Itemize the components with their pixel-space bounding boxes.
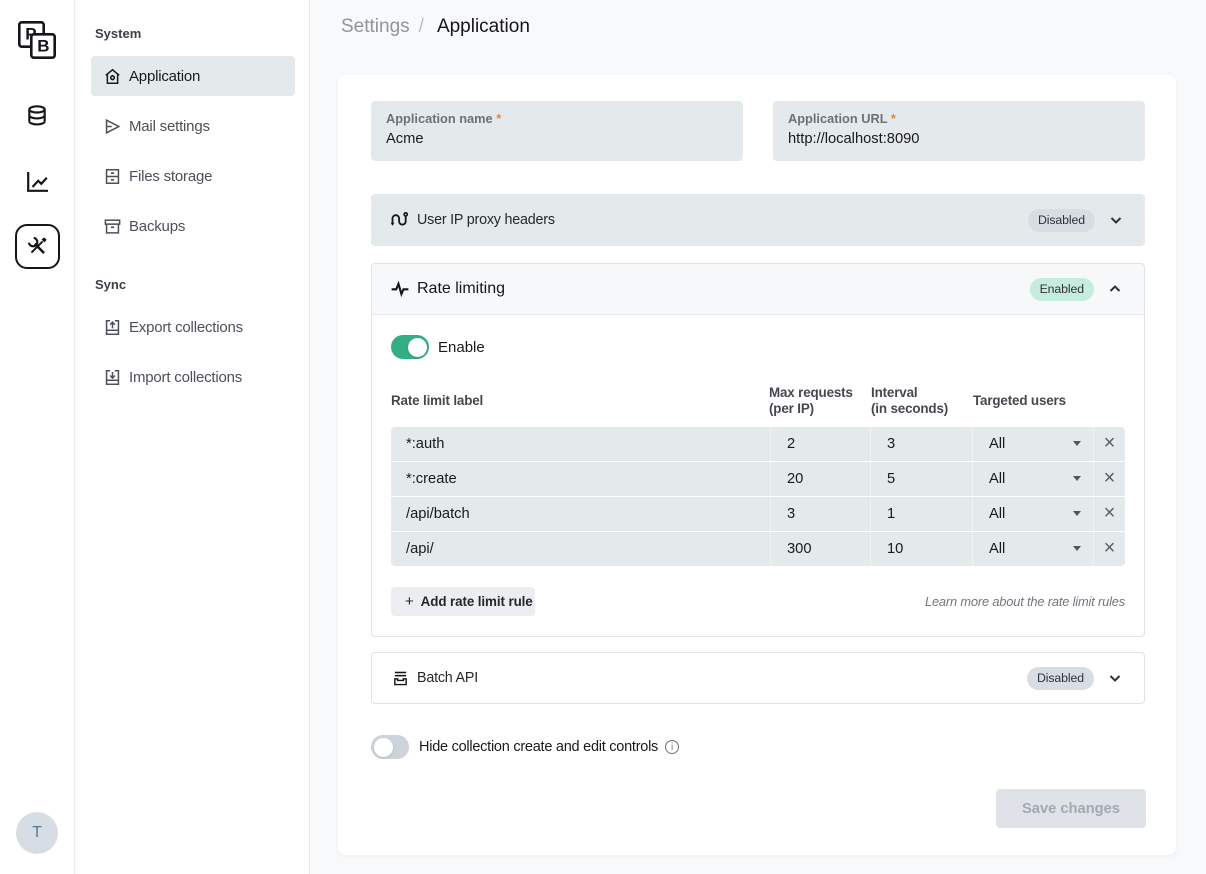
- svg-text:B: B: [37, 37, 49, 56]
- svg-text:P: P: [25, 25, 36, 44]
